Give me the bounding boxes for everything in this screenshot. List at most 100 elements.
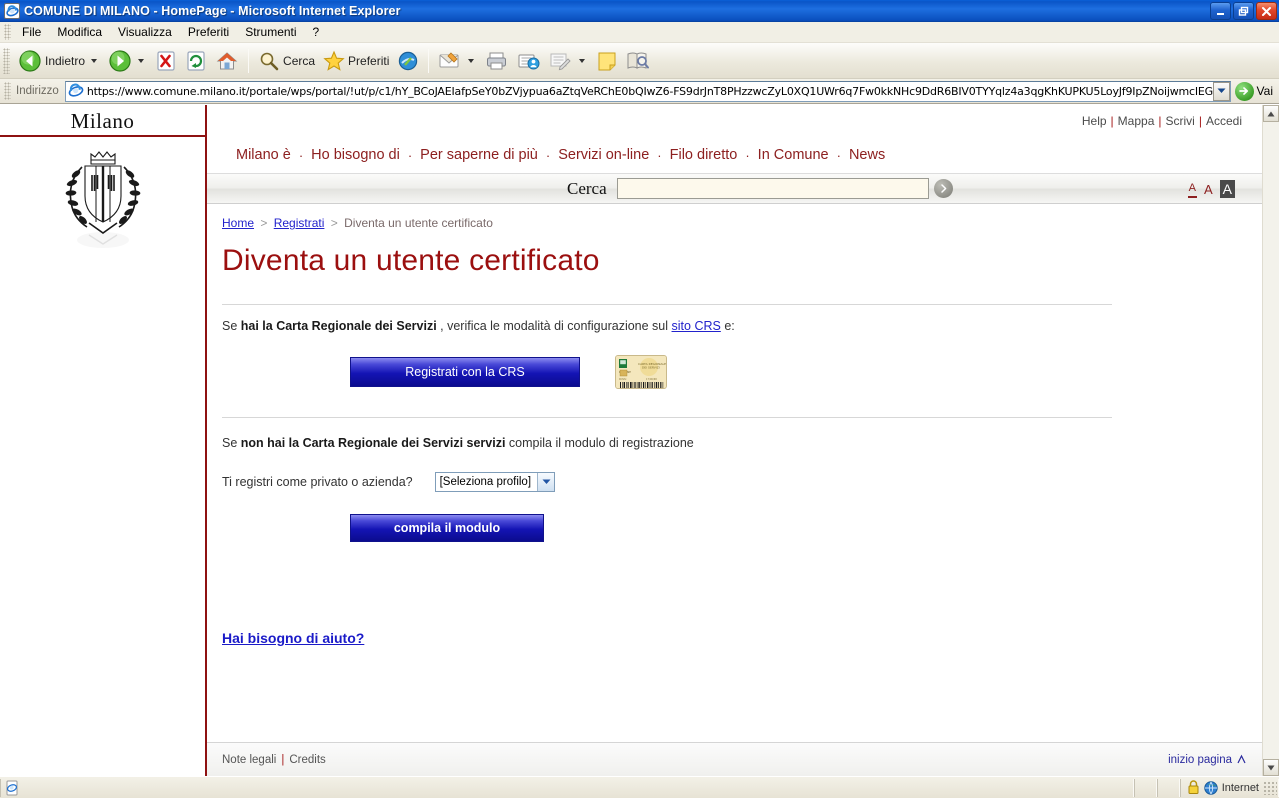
star-icon: [323, 50, 345, 71]
utility-link-scrivi[interactable]: Scrivi: [1166, 114, 1195, 128]
menu-grip[interactable]: [4, 24, 11, 40]
address-dropdown-button[interactable]: [1212, 81, 1230, 101]
utility-separator-3: |: [1198, 114, 1202, 128]
profile-question-label: Ti registri come privato o azienda?: [222, 475, 413, 489]
messenger-button[interactable]: [513, 46, 545, 76]
refresh-icon: [187, 50, 205, 71]
title-bar: COMUNE DI MILANO - HomePage - Microsoft …: [0, 0, 1279, 22]
mail-dropdown-icon[interactable]: [468, 58, 475, 63]
divider-2: [222, 417, 1112, 418]
address-grip[interactable]: [4, 82, 11, 100]
compila-il-modulo-button[interactable]: compila il modulo: [350, 514, 544, 542]
site-search-bar: Cerca A A A: [207, 173, 1262, 204]
mail-button[interactable]: [434, 46, 481, 76]
refresh-button[interactable]: [181, 46, 211, 76]
media-button[interactable]: [393, 46, 423, 76]
nav-item-per-saperne-di-piu[interactable]: Per saperne di più: [420, 147, 538, 163]
svg-text:DEI SERVIZI: DEI SERVIZI: [642, 366, 660, 370]
address-label: Indirizzo: [16, 85, 59, 97]
nav-dot-4: ·: [657, 147, 662, 163]
nav-item-servizi-on-line[interactable]: Servizi on-line: [558, 147, 649, 163]
svg-text:ROSSI: ROSSI: [619, 378, 627, 381]
font-size-medium-button[interactable]: A: [1203, 181, 1214, 198]
maximize-button[interactable]: [1233, 2, 1254, 20]
form-text-bold: non hai la Carta Regionale dei Servizi s…: [240, 436, 506, 450]
font-size-large-button[interactable]: A: [1219, 179, 1235, 198]
page-title: Diventa un utente certificato: [222, 244, 600, 277]
address-input[interactable]: https://www.comune.milano.it/portale/wps…: [64, 80, 1231, 102]
back-to-top-link[interactable]: inizio pagina: [1168, 754, 1247, 766]
chevron-down-icon[interactable]: [537, 473, 555, 491]
edit-dropdown-icon[interactable]: [579, 58, 586, 63]
forward-button[interactable]: [104, 46, 151, 76]
menu-item-preferiti[interactable]: Preferiti: [180, 23, 237, 41]
menu-item-help[interactable]: ?: [305, 23, 328, 41]
utility-link-accedi[interactable]: Accedi: [1206, 114, 1242, 128]
forward-arrow-icon: [109, 49, 131, 72]
close-button[interactable]: [1256, 2, 1277, 20]
resize-grip[interactable]: [1263, 780, 1277, 795]
back-button[interactable]: Indietro: [14, 46, 104, 76]
stop-button[interactable]: [151, 46, 181, 76]
breadcrumb-current: Diventa un utente certificato: [344, 216, 493, 230]
profile-select[interactable]: [Seleziona profilo]: [434, 472, 556, 492]
registrati-con-la-crs-button[interactable]: Registrati con la CRS: [350, 357, 580, 387]
breadcrumb-separator-1: >: [260, 216, 268, 230]
go-button[interactable]: Vai: [1233, 81, 1279, 101]
breadcrumb-home[interactable]: Home: [222, 216, 254, 230]
crs-text-before: Se: [222, 319, 241, 333]
nav-item-filo-diretto[interactable]: Filo diretto: [670, 147, 738, 163]
site-search-submit-button[interactable]: [933, 179, 953, 198]
toolbar-grip[interactable]: [3, 47, 10, 74]
help-link[interactable]: Hai bisogno di aiuto?: [222, 630, 364, 646]
scroll-down-button[interactable]: [1263, 759, 1279, 776]
nav-dot-6: ·: [836, 147, 841, 163]
menu-item-file[interactable]: File: [14, 23, 49, 41]
search-button[interactable]: Cerca: [254, 46, 319, 76]
divider-1: [222, 304, 1112, 305]
nav-item-in-comune[interactable]: In Comune: [758, 147, 829, 163]
font-size-small-button[interactable]: A: [1187, 181, 1197, 198]
nav-item-ho-bisogno-di[interactable]: Ho bisogno di: [311, 147, 400, 163]
edit-button[interactable]: [545, 46, 592, 76]
favorites-button[interactable]: Preferiti: [319, 46, 393, 76]
lock-icon: [1188, 780, 1199, 794]
stop-icon: [157, 50, 175, 71]
menu-item-modifica[interactable]: Modifica: [49, 23, 110, 41]
go-arrow-icon: [1234, 81, 1254, 101]
brand-header: Milano: [0, 105, 205, 137]
breadcrumb-separator-2: >: [330, 216, 338, 230]
minimize-button[interactable]: [1210, 2, 1231, 20]
scroll-up-button[interactable]: [1263, 105, 1279, 122]
breadcrumb-registrati[interactable]: Registrati: [274, 216, 325, 230]
status-bar: Internet: [0, 776, 1279, 798]
brand-wordmark: Milano: [70, 109, 135, 133]
search-label: Cerca: [567, 178, 607, 198]
utility-separator-1: |: [1110, 114, 1114, 128]
menu-item-strumenti[interactable]: Strumenti: [237, 23, 304, 41]
back-dropdown-icon[interactable]: [91, 58, 98, 63]
crs-intro-text: Se hai la Carta Regionale dei Servizi , …: [222, 319, 1262, 333]
utility-link-mappa[interactable]: Mappa: [1118, 114, 1155, 128]
utility-separator-2: |: [1158, 114, 1162, 128]
nav-item-milano-e[interactable]: Milano è: [236, 147, 291, 163]
crs-card-image: REGIONE CARTA REGIONALE DEI SERVIZI ROSS…: [615, 355, 667, 389]
page-scrollbar[interactable]: [1262, 105, 1279, 776]
home-button[interactable]: [211, 46, 243, 76]
footer-link-credits[interactable]: Credits: [289, 754, 325, 766]
utility-link-help[interactable]: Help: [1082, 114, 1107, 128]
research-button[interactable]: [622, 46, 654, 76]
crs-text-bold: hai la Carta Regionale dei Servizi: [240, 319, 437, 333]
scrollbar-track[interactable]: [1263, 122, 1279, 759]
print-button[interactable]: [481, 46, 513, 76]
back-to-top-label: inizio pagina: [1168, 753, 1232, 766]
notes-button[interactable]: [592, 46, 622, 76]
coat-of-arms-icon: [65, 151, 140, 245]
footer-link-note-legali[interactable]: Note legali: [222, 754, 276, 766]
forward-dropdown-icon[interactable]: [138, 58, 145, 63]
crs-text-middle: , verifica le modalità di configurazione…: [436, 319, 672, 333]
sito-crs-link[interactable]: sito CRS: [672, 319, 721, 333]
site-search-input[interactable]: [616, 178, 929, 199]
nav-item-news[interactable]: News: [849, 147, 885, 163]
menu-item-visualizza[interactable]: Visualizza: [110, 23, 180, 41]
